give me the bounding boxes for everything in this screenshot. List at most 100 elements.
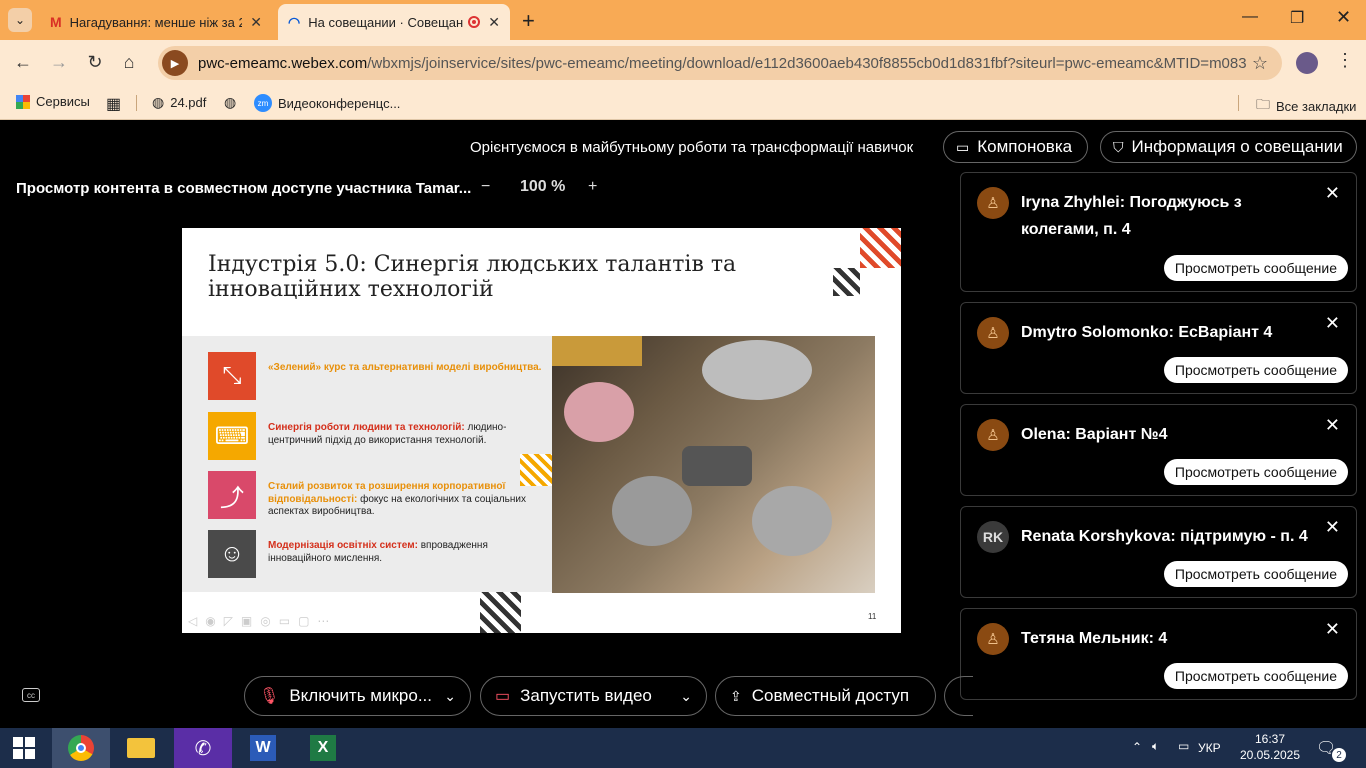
address-bar[interactable]: ▶ pwc-emeamc.webex.com /wbxmjs/joinservi…	[158, 46, 1282, 80]
excel-icon[interactable]: X	[294, 728, 352, 768]
more-controls[interactable]	[944, 676, 973, 716]
chair-shape	[612, 476, 692, 546]
view-message-button[interactable]: Просмотреть сообщение	[1163, 255, 1348, 281]
restore-icon[interactable]: ❐	[1290, 8, 1304, 28]
bookmark-star-icon[interactable]: ☆	[1252, 53, 1268, 74]
mic-off-icon: 🎙︎	[259, 688, 280, 705]
growth-chart-icon: ⤴	[208, 471, 256, 519]
zoom-in-button[interactable]: +	[588, 178, 597, 196]
captions-icon[interactable]: cc	[22, 688, 40, 702]
meeting-info-button[interactable]: ⛉ Информация о совещании	[1100, 131, 1357, 163]
close-tab-icon[interactable]: ✕	[488, 14, 500, 31]
notification-text: Тетяна Мельник: 4	[1021, 630, 1168, 647]
close-icon[interactable]: ✕	[1325, 313, 1340, 334]
bookmark-label: Видеоконференцс...	[278, 95, 401, 111]
bookmark-label: 24.pdf	[170, 95, 207, 110]
back-icon[interactable]: ←	[12, 52, 34, 73]
file-explorer-icon[interactable]	[112, 728, 170, 768]
reload-icon[interactable]: ↻	[84, 52, 106, 73]
shield-icon: ⛉	[1113, 138, 1124, 155]
chair-shape	[752, 486, 832, 556]
close-icon[interactable]: ✕	[1325, 619, 1340, 640]
apps-grid-icon	[16, 94, 30, 109]
new-tab-icon[interactable]: +	[522, 8, 535, 34]
item-highlight: «Зелений» курс та альтернативні моделі в…	[268, 362, 542, 373]
meeting-photo	[552, 336, 875, 593]
notification-text: Iryna Zhyhlei: Погоджуюсь з колегами, п.…	[1021, 194, 1242, 238]
all-bookmarks-label: Все закладки	[1276, 98, 1357, 114]
minimize-icon[interactable]: —	[1242, 8, 1258, 26]
close-icon[interactable]: ✕	[1325, 517, 1340, 538]
viber-icon[interactable]: ✆	[174, 728, 232, 768]
slide-item-text: Сталий розвиток та розширення корпоратив…	[268, 481, 548, 519]
video-off-icon: ▭	[495, 688, 511, 705]
zoom-out-button[interactable]: −	[481, 178, 490, 196]
tab-groups-icon[interactable]: ▦	[106, 94, 121, 114]
globe-icon: ◍	[152, 94, 165, 110]
profile-avatar[interactable]	[1296, 52, 1318, 74]
close-tab-icon[interactable]: ✕	[250, 14, 262, 31]
chevron-down-icon[interactable]: ⌄	[444, 688, 456, 705]
divider	[1238, 95, 1239, 111]
gmail-icon: M	[50, 14, 62, 30]
view-message-button[interactable]: Просмотреть сообщение	[1163, 357, 1348, 383]
layout-button[interactable]: ▭ Компоновка	[943, 131, 1088, 163]
bench-shape	[552, 336, 642, 366]
chair-shape	[564, 382, 634, 442]
tab-webex[interactable]: ◠ На совещании · Совещани ✕	[278, 4, 510, 40]
forward-icon[interactable]: →	[48, 52, 70, 73]
bookmark-label: Сервисы	[36, 94, 90, 109]
share-button[interactable]: ⇪ Совместный доступ	[715, 676, 936, 716]
bookmark-services[interactable]: Сервисы	[16, 94, 90, 109]
close-icon[interactable]: ✕	[1325, 183, 1340, 204]
close-icon[interactable]: ✕	[1325, 415, 1340, 436]
folder-icon: 🗀	[1256, 96, 1270, 112]
view-message-button[interactable]: Просмотреть сообщение	[1163, 561, 1348, 587]
tab-gmail[interactable]: M Нагадування: менше ніж за 2 ✕	[40, 4, 272, 40]
tray-overflow-icon[interactable]: ⌃	[1132, 740, 1142, 754]
slide-toolbar[interactable]: ◁◉◸▣◎▭▢⋯	[188, 614, 337, 628]
video-label: Запустить видео	[520, 686, 652, 705]
windows-start-icon[interactable]	[0, 728, 48, 768]
chat-notification: ♙ Olena: Варіант №4 ✕ Просмотреть сообще…	[960, 404, 1357, 496]
layout-icon: ▭	[956, 138, 970, 155]
tab-title: На совещании · Совещани	[308, 14, 465, 30]
language-indicator[interactable]: УКР	[1198, 741, 1221, 755]
url-host: pwc-emeamc.webex.com	[198, 54, 368, 72]
word-icon[interactable]: W	[234, 728, 292, 768]
globe-bookmark[interactable]: ◍	[224, 94, 236, 111]
bookmark-pdf[interactable]: ◍ 24.pdf	[152, 94, 206, 111]
person-icon: ☺	[208, 530, 256, 578]
sofa-shape	[702, 340, 812, 400]
view-message-button[interactable]: Просмотреть сообщение	[1163, 459, 1348, 485]
system-tray: ⌃ 🔈︎ ▭ УКР 16:37 20.05.2025 🗨︎ 2	[1126, 728, 1366, 768]
chrome-taskbar-icon[interactable]	[52, 728, 110, 768]
layout-label: Компоновка	[977, 137, 1073, 156]
network-icon[interactable]: ▭	[1178, 739, 1189, 753]
volume-icon[interactable]: 🔈︎	[1152, 739, 1159, 754]
notification-text: Dmytro Solomonko: EcВаріант 4	[1021, 324, 1273, 341]
user-icon: ♙	[977, 187, 1009, 219]
tab-search-button[interactable]: ⌄	[8, 8, 32, 32]
meeting-info-label: Информация о совещании	[1131, 137, 1343, 156]
arrows-icon: ⤡	[208, 352, 256, 400]
clock-date[interactable]: 20.05.2025	[1238, 748, 1302, 762]
bookmark-zoom[interactable]: zm Видеоконференцс...	[254, 94, 400, 112]
clock-time[interactable]: 16:37	[1250, 732, 1290, 746]
close-window-icon[interactable]: ✕	[1336, 7, 1351, 28]
zoom-level: 100 %	[520, 178, 566, 195]
chevron-down-icon[interactable]: ⌄	[680, 688, 692, 705]
slide-item-text: Модернізація освітніх систем: впроваджен…	[268, 540, 548, 565]
menu-icon[interactable]: ⋮	[1336, 50, 1354, 71]
user-icon: ♙	[977, 317, 1009, 349]
video-button[interactable]: ▭ Запустить видео ⌄	[480, 676, 707, 716]
browser-toolbar: ← → ↻ ⌂ ▶ pwc-emeamc.webex.com /wbxmjs/j…	[0, 40, 1366, 86]
view-message-button[interactable]: Просмотреть сообщение	[1163, 663, 1348, 689]
all-bookmarks[interactable]: 🗀 Все закладки	[1256, 94, 1356, 118]
webex-meeting: Орієнтуємося в майбутньому роботи та тра…	[0, 120, 1366, 728]
table-shape	[682, 446, 752, 486]
recording-icon	[468, 16, 481, 28]
site-info-icon[interactable]: ▶	[162, 50, 188, 76]
home-icon[interactable]: ⌂	[118, 52, 140, 73]
mute-button[interactable]: 🎙︎ Включить микро... ⌄	[244, 676, 471, 716]
